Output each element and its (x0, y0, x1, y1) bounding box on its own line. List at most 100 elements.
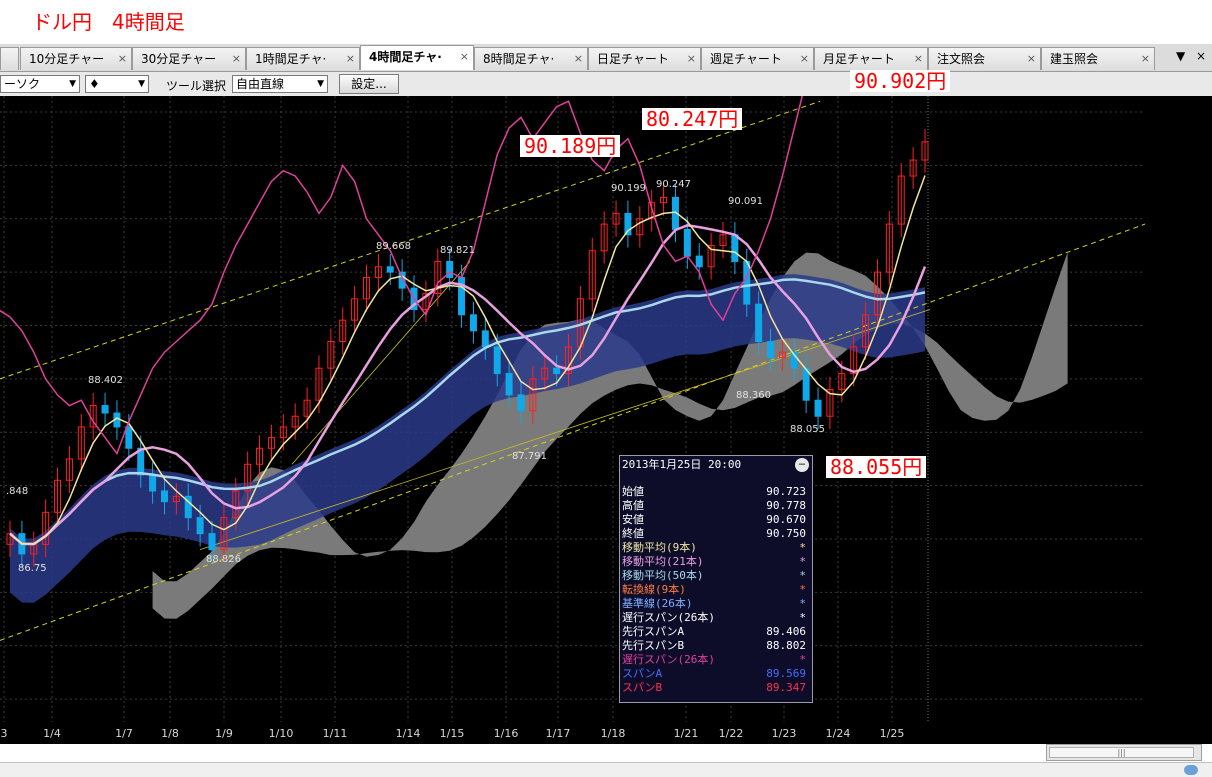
tab-close-icon[interactable]: × (1027, 48, 1036, 70)
candle-body (553, 367, 561, 375)
tab-1[interactable]: 30分足チャー × (132, 47, 246, 70)
tooltip-value: * (799, 541, 806, 554)
tab-label: 4時間足チャ· (369, 50, 442, 64)
annotation-low: 88.055円 (826, 456, 927, 478)
tooltip-row: 始値 90.723 (622, 485, 808, 499)
chart-type-select[interactable]: ーソク ▼ (0, 75, 80, 93)
tooltip-row: 遅行スパン(26本) * (622, 611, 808, 625)
tooltip-label: 高値 (622, 499, 644, 512)
tooltip-label: 転換線(9本) (622, 583, 686, 596)
time-tick: 1/8 (161, 727, 179, 740)
price-label: 89.668 (376, 241, 411, 252)
time-tick: 1/15 (440, 727, 465, 740)
tooltip-value: * (799, 653, 806, 666)
candle-body (101, 405, 109, 414)
candle-body (386, 266, 394, 273)
candle-body (446, 260, 454, 278)
horizontal-scrollbar[interactable]: ||| (1046, 744, 1202, 761)
annotation-peak-a: 90.189円 (520, 135, 621, 157)
tab-close-icon[interactable]: × (232, 48, 241, 70)
time-tick: 1/16 (494, 727, 519, 740)
settings-button[interactable]: 設定... (339, 74, 399, 94)
annotation-top-right: 90.902円 (850, 70, 951, 92)
tab-label: 1時間足チャ· (255, 52, 327, 66)
tab-close-icon[interactable]: × (118, 48, 127, 70)
tab-close-icon[interactable]: × (1141, 48, 1150, 70)
tooltip-row: 先行スパンA 89.406 (622, 625, 808, 639)
tooltip-value: * (799, 583, 806, 596)
tooltip-value: 90.670 (766, 513, 806, 526)
tab-8[interactable]: 注文照会 × (928, 47, 1041, 70)
tab-2[interactable]: 1時間足チャ· × (246, 47, 360, 70)
tab-4[interactable]: 8時間足チャ· × (474, 47, 588, 70)
chevron-down-icon: ▼ (317, 79, 324, 89)
time-tick: 1/23 (772, 727, 797, 740)
tooltip-row: スパンB 89.347 (622, 681, 808, 695)
tooltip-row: 転換線(9本) * (622, 583, 808, 597)
tab-menu-icon[interactable]: ▼ (1176, 49, 1185, 63)
price-label: 90.091 (728, 196, 763, 207)
price-label: 90.247 (656, 179, 691, 190)
tab-close-icon[interactable]: × (460, 46, 469, 68)
price-label: 88.826 (206, 554, 241, 565)
tab-close-icon[interactable]: × (687, 48, 696, 70)
price-label: .848 (6, 486, 28, 497)
tab-close-icon[interactable]: × (800, 48, 809, 70)
price-label: 86.75 (18, 563, 47, 574)
tab-overflow[interactable] (0, 47, 19, 70)
tab-9[interactable]: 建玉照会 × (1041, 47, 1155, 70)
tab-label: 日足チャート (597, 52, 669, 66)
tab-3[interactable]: 4時間足チャ· × (360, 45, 474, 70)
candle-body (493, 346, 501, 375)
tab-close-icon[interactable]: × (914, 48, 923, 70)
tooltip-label: 始値 (622, 485, 644, 498)
ichimoku-cloud (152, 252, 1068, 619)
time-tick: 1/11 (323, 727, 348, 740)
price-chart[interactable]: 91.0090.5090.0089.5089.0088.5088.0087.50… (0, 96, 1212, 744)
time-tick: 1/18 (601, 727, 626, 740)
tab-label: 月足チャート (823, 52, 895, 66)
chart-toolbar: ーソク ▼ ♦ ▼ ツール選択 自由直線 ▼ 設定... (0, 72, 1212, 96)
tab-close-icon[interactable]: × (346, 48, 355, 70)
chart-area[interactable]: 91.0090.5090.0089.5089.0088.5088.0087.50… (0, 96, 1212, 744)
tab-6[interactable]: 週足チャート × (701, 47, 814, 70)
tooltip-value: 90.778 (766, 499, 806, 512)
candle-body (125, 426, 133, 449)
tooltip-row: 高値 90.778 (622, 499, 808, 513)
tab-close-icon[interactable]: × (574, 48, 583, 70)
time-tick: 1/21 (674, 727, 699, 740)
tooltip-value: 90.723 (766, 485, 806, 498)
time-tick: 3 (1, 727, 8, 740)
tool-select[interactable]: 自由直線 ▼ (232, 75, 328, 93)
time-tick: 1/24 (826, 727, 851, 740)
tab-7[interactable]: 月足チャート × (814, 47, 928, 70)
tooltip-row: 終値 90.750 (622, 527, 808, 541)
price-axis-bg (1145, 96, 1212, 744)
tab-label: 10分足チャー (29, 52, 105, 66)
tooltip-row: 遅行スパン(26本) * (622, 653, 808, 667)
scrollbar-thumb[interactable]: ||| (1049, 747, 1194, 758)
candle-body (767, 341, 775, 359)
close-window-icon[interactable]: × (1196, 49, 1206, 63)
tab-0[interactable]: 10分足チャー × (20, 47, 132, 70)
price-label: 89.821 (440, 245, 475, 256)
tool-select-value: 自由直線 (236, 77, 285, 91)
tooltip-label: 移動平均(50本) (622, 569, 704, 582)
candle-body (755, 303, 763, 343)
tab-label: 8時間足チャ· (483, 52, 555, 66)
tab-label: 建玉照会 (1050, 52, 1099, 66)
price-label: 88.055 (790, 424, 825, 435)
time-tick: 1/22 (719, 727, 744, 740)
time-tick: 1/9 (215, 727, 233, 740)
marker-select[interactable]: ♦ ▼ (85, 75, 149, 93)
tooltip-label: 移動平均(9本) (622, 541, 697, 554)
minus-icon[interactable]: − (795, 458, 809, 472)
candle-body (517, 394, 525, 412)
tooltip-label: 先行スパンB (622, 639, 685, 652)
ohlc-tooltip: 2013年1月25日 20:00 − 始値 90.723 高値 90.778 安値 90.… (619, 455, 813, 703)
tool-select-label: ツール選択 (166, 79, 227, 93)
tab-5[interactable]: 日足チャート × (588, 47, 701, 70)
tooltip-row: 先行スパンB 88.802 (622, 639, 808, 653)
tooltip-value: 89.406 (766, 625, 806, 638)
tooltip-row: 基準線(26本) * (622, 597, 808, 611)
